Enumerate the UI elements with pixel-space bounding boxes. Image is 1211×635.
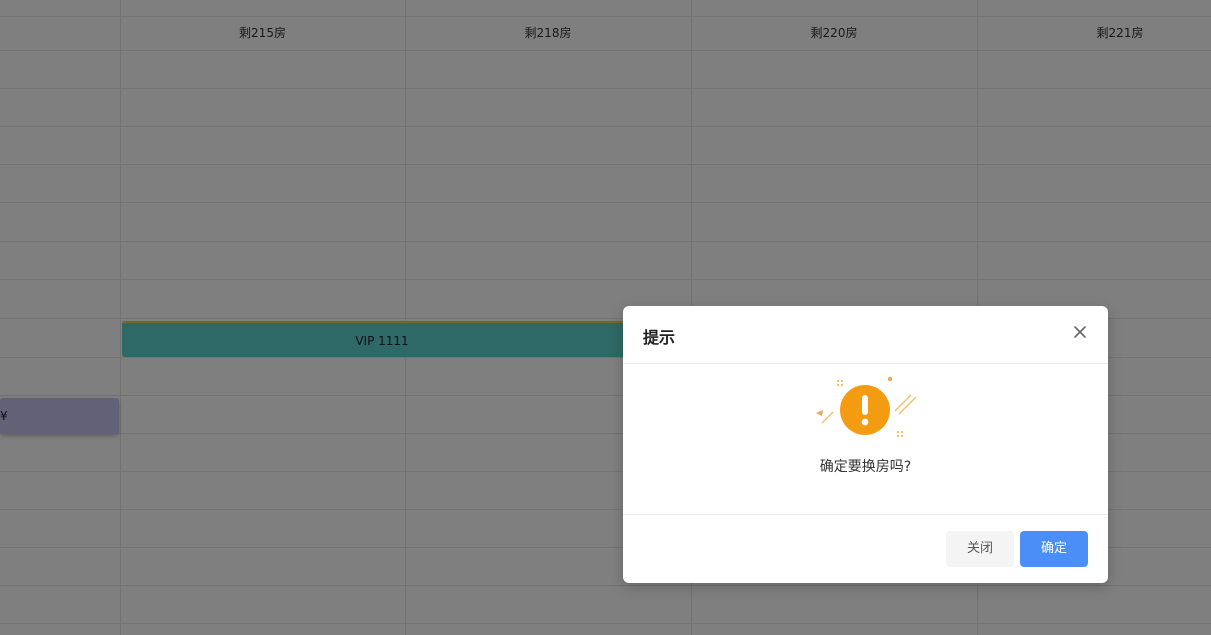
page: 剩215房 剩218房 剩220房 剩221房 VIP 1111 ¥ 提示 <box>0 0 1211 635</box>
dialog-message: 确定要换房吗? <box>819 459 912 475</box>
warning-exclamation-icon <box>813 376 919 442</box>
close-button[interactable]: 关闭 <box>946 531 1014 567</box>
dialog-footer-divider <box>623 514 1108 515</box>
dialog-title: 提示 <box>643 328 676 347</box>
confirm-button[interactable]: 确定 <box>1020 531 1088 567</box>
dialog-header-divider <box>623 363 1108 364</box>
confirm-dialog: 提示 确定要换房吗? 关闭 确定 <box>623 306 1108 583</box>
close-icon[interactable] <box>1072 324 1088 340</box>
